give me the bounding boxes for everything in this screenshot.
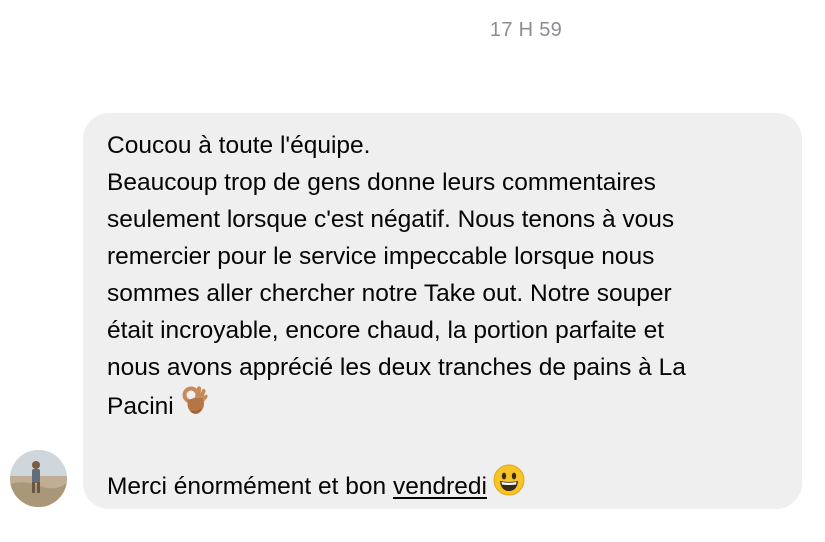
message-closing-line: Merci énormément et bon vendredi xyxy=(107,464,778,509)
message-line-text: Pacini xyxy=(107,392,174,420)
message-line: Beaucoup trop de gens donne leurs commen… xyxy=(107,169,656,196)
avatar-photo xyxy=(10,450,67,507)
message-timestamp: 17 H 59 xyxy=(489,19,563,41)
message-line: seulement lorsque c'est négatif. Nous te… xyxy=(107,206,675,233)
message-line-last: Pacini xyxy=(107,386,778,429)
vendredi-link[interactable]: vendredi xyxy=(393,473,487,500)
closing-text: Merci énormément et bon xyxy=(107,472,393,500)
message-line: remercier pour le service impeccable lor… xyxy=(107,243,655,270)
avatar[interactable] xyxy=(10,450,67,507)
message-line: sommes aller chercher notre Take out. No… xyxy=(107,280,672,307)
message-row: Coucou à toute l'équipe. Beaucoup trop d… xyxy=(10,113,802,510)
chat-thread: 17 H 59 Coucou à toute l'équipe. Beaucou… xyxy=(0,0,825,542)
message-line: Coucou à toute l'équipe. xyxy=(107,132,371,159)
ok-hand-icon xyxy=(180,384,210,427)
message-line: nous avons apprécié les deux tranches de… xyxy=(107,354,686,381)
message-bubble[interactable]: Coucou à toute l'équipe. Beaucoup trop d… xyxy=(83,113,802,509)
message-line: était incroyable, encore chaud, la porti… xyxy=(107,317,665,344)
grinning-face-icon xyxy=(493,464,525,507)
